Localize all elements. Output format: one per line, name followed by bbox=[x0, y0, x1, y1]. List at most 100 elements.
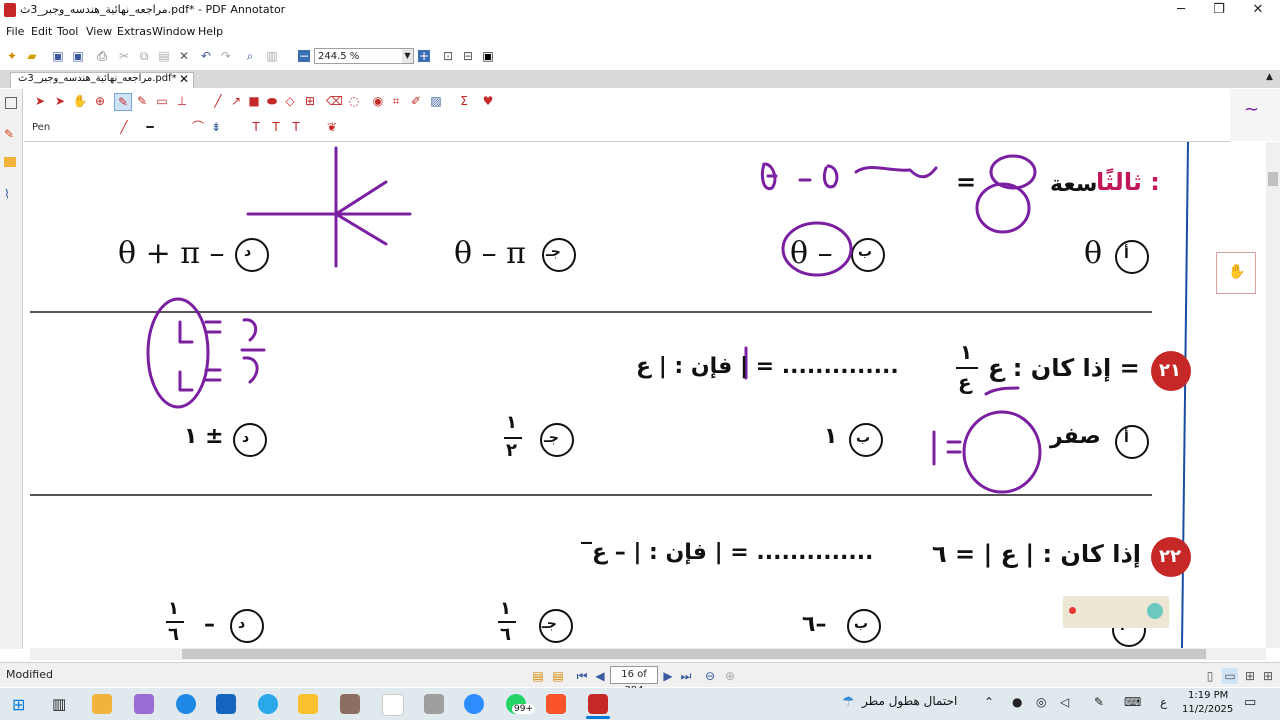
pen-color-icon[interactable]: ╱ bbox=[116, 119, 132, 135]
vertical-scrollbar[interactable] bbox=[1266, 142, 1280, 648]
tab-list-icon[interactable]: ▲ bbox=[1266, 72, 1273, 82]
print-icon[interactable]: ⎙ bbox=[94, 48, 110, 64]
rectangle-icon[interactable]: ■ bbox=[246, 93, 262, 109]
text-style2-icon[interactable]: T bbox=[268, 119, 284, 135]
weather-icon[interactable]: ☂ bbox=[842, 694, 855, 710]
menu-window[interactable]: Window bbox=[152, 25, 195, 38]
page-number-input[interactable]: 16 of 394 bbox=[610, 666, 658, 696]
recording-widget[interactable] bbox=[1063, 596, 1169, 628]
line-width-icon[interactable]: ━ bbox=[142, 119, 158, 135]
horizontal-scrollbar[interactable] bbox=[30, 648, 1266, 660]
clock-date[interactable]: 11/2/2025 bbox=[1182, 704, 1233, 715]
grid-view-icon[interactable]: ⊞ bbox=[1260, 668, 1276, 684]
polygon-icon[interactable]: ◇ bbox=[282, 93, 298, 109]
zoom-app-icon[interactable] bbox=[464, 694, 484, 714]
fullscreen-icon[interactable]: ▣ bbox=[480, 48, 496, 64]
zoom-input[interactable]: 244.5 % bbox=[314, 48, 414, 64]
menu-help[interactable]: Help bbox=[198, 25, 223, 38]
fit-page-icon[interactable]: ⊡ bbox=[440, 48, 456, 64]
highlighter-icon[interactable]: ✎ bbox=[134, 93, 150, 109]
open-folder-icon[interactable]: ▰ bbox=[24, 48, 40, 64]
prev-page-icon[interactable]: ◀ bbox=[592, 668, 608, 684]
cut-icon[interactable]: ✂ bbox=[116, 48, 132, 64]
arrow-icon[interactable]: ↗ bbox=[228, 93, 244, 109]
panel-page-icon[interactable] bbox=[5, 97, 17, 109]
marker-icon[interactable]: ✐ bbox=[408, 93, 424, 109]
menu-tool[interactable]: Tool bbox=[57, 25, 78, 38]
menu-extras[interactable]: Extras bbox=[117, 25, 152, 38]
menu-file[interactable]: File bbox=[6, 25, 24, 38]
zoom-tool-icon[interactable]: ⊕ bbox=[92, 93, 108, 109]
save-icon[interactable]: ▣ bbox=[50, 48, 66, 64]
redo-icon[interactable]: ↷ bbox=[218, 48, 234, 64]
favorites-icon[interactable]: ♥ bbox=[480, 93, 496, 109]
continuous-view-icon[interactable]: ▭ bbox=[1222, 668, 1238, 684]
zoom-in-icon[interactable]: + bbox=[418, 50, 430, 62]
delete-icon[interactable]: ✕ bbox=[176, 48, 192, 64]
minimize-button[interactable]: ─ bbox=[1170, 1, 1192, 19]
pdf-annotator-taskbar-icon[interactable] bbox=[588, 694, 608, 714]
panel-attach-icon[interactable]: ⌇ bbox=[4, 187, 10, 201]
keyboard-icon[interactable]: ⌨ bbox=[1124, 695, 1141, 709]
record-stop-icon[interactable] bbox=[1147, 603, 1163, 619]
panel-folder-icon[interactable] bbox=[4, 157, 16, 167]
last-page-icon[interactable]: ⏭ bbox=[678, 668, 694, 684]
select-text-icon[interactable]: ➤ bbox=[52, 93, 68, 109]
clock-time[interactable]: 1:19 PM bbox=[1188, 690, 1228, 701]
weather-text[interactable]: احتمال هطول مطر bbox=[862, 694, 957, 708]
find-icon[interactable]: ⌕ bbox=[242, 48, 258, 64]
menu-view[interactable]: View bbox=[86, 25, 112, 38]
hand-tool-floating-button[interactable]: ✋ bbox=[1216, 252, 1256, 294]
two-page-view-icon[interactable]: ⊞ bbox=[1242, 668, 1258, 684]
document-app-icon[interactable] bbox=[382, 694, 404, 716]
menu-edit[interactable]: Edit bbox=[31, 25, 52, 38]
zoom-out-icon[interactable]: − bbox=[298, 50, 310, 62]
next-page-icon[interactable]: ▶ bbox=[660, 668, 676, 684]
tab-close-icon[interactable]: ✕ bbox=[179, 72, 189, 86]
pen-tray-icon[interactable]: ✎ bbox=[1094, 695, 1104, 709]
page-setup-icon[interactable]: ▥ bbox=[264, 48, 280, 64]
select-arrow-icon[interactable]: ➤ bbox=[32, 93, 48, 109]
text-style-icon[interactable]: T bbox=[248, 119, 264, 135]
copilot-icon[interactable] bbox=[134, 694, 154, 714]
panel-pen-icon[interactable]: ✎ bbox=[4, 127, 14, 141]
camera-icon[interactable]: ◉ bbox=[370, 93, 386, 109]
paste-icon[interactable]: ▤ bbox=[156, 48, 172, 64]
copy-icon[interactable]: ⧉ bbox=[136, 48, 152, 64]
close-window-button[interactable]: ✕ bbox=[1247, 1, 1269, 19]
notifications-icon[interactable]: ▭ bbox=[1244, 695, 1256, 710]
back-icon[interactable]: ⊖ bbox=[702, 668, 718, 684]
pdf-page[interactable]: ثالثًا : سعة = أ θ ب θ – جـ θ – π د θ + … bbox=[30, 142, 1266, 648]
speaker-icon[interactable]: ◁ bbox=[1060, 695, 1069, 709]
image-icon[interactable]: ▨ bbox=[428, 93, 444, 109]
sigma-icon[interactable]: Σ bbox=[456, 93, 472, 109]
next-doc-icon[interactable]: ▤ bbox=[550, 668, 566, 684]
file-explorer-icon[interactable] bbox=[92, 694, 112, 714]
pen-favorites-icon[interactable]: ❦ bbox=[324, 119, 340, 135]
ellipse-icon[interactable]: ⬬ bbox=[264, 93, 280, 109]
microphone-icon[interactable]: ● bbox=[1012, 695, 1022, 709]
text-box-icon[interactable]: ▭ bbox=[154, 93, 170, 109]
lasso-icon[interactable]: ◌ bbox=[346, 93, 362, 109]
measure-icon[interactable]: ⊞ bbox=[302, 93, 318, 109]
telegram-icon[interactable] bbox=[258, 694, 278, 714]
language-indicator[interactable]: ع bbox=[1160, 695, 1167, 709]
vpn-icon[interactable]: ◎ bbox=[1036, 695, 1046, 709]
single-page-view-icon[interactable]: ▯ bbox=[1202, 668, 1218, 684]
edge-icon[interactable] bbox=[176, 694, 196, 714]
record-dot-icon[interactable] bbox=[1069, 607, 1076, 614]
zoom-dropdown-icon[interactable]: ▼ bbox=[402, 49, 413, 63]
prev-doc-icon[interactable]: ▤ bbox=[530, 668, 546, 684]
new-icon[interactable]: ✦ bbox=[4, 48, 20, 64]
tray-chevron-icon[interactable]: ⌃ bbox=[984, 695, 994, 709]
notes-icon[interactable] bbox=[298, 694, 318, 714]
brave-icon[interactable] bbox=[546, 694, 566, 714]
undo-icon[interactable]: ↶ bbox=[198, 48, 214, 64]
line-icon[interactable]: ╱ bbox=[210, 93, 226, 109]
forward-icon[interactable]: ⊕ bbox=[722, 668, 738, 684]
curve-icon[interactable]: ⌒ bbox=[190, 119, 206, 135]
vertical-scroll-thumb[interactable] bbox=[1268, 172, 1278, 186]
store-icon[interactable] bbox=[216, 694, 236, 714]
save-as-icon[interactable]: ▣ bbox=[70, 48, 86, 64]
maximize-button[interactable]: ❐ bbox=[1208, 1, 1230, 19]
